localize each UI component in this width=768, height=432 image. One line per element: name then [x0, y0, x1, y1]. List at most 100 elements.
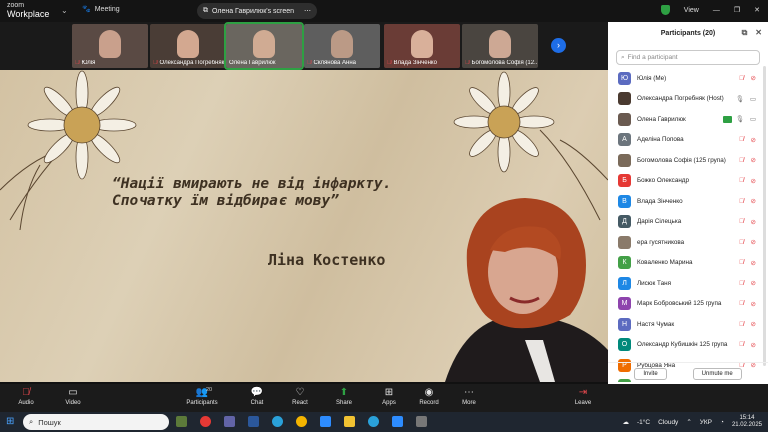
meeting-info-button[interactable]: 🐾 Meeting	[82, 5, 120, 14]
video-thumbnail[interactable]: 🎙̸ Олександра Погребняк	[150, 24, 226, 68]
weather-icon[interactable]: ☁	[623, 418, 630, 426]
participants-panel: Participants (20) ⧉ ✕ ⌕ Find a participa…	[608, 22, 768, 384]
participant-row[interactable]: О Олександр Кубишкін 125 група 🎙̸ ⊘	[608, 335, 768, 356]
zoom-icon-2[interactable]	[392, 416, 403, 427]
unmute-me-button[interactable]: Unmute me	[692, 367, 742, 380]
opera-icon[interactable]	[200, 416, 211, 427]
mic-muted-icon[interactable]: 🎙̸	[739, 218, 744, 225]
camera-off-icon[interactable]: ⊘	[751, 74, 756, 82]
mic-muted-icon[interactable]: 🎙̸	[739, 157, 744, 164]
apps-icon: ⊞	[384, 387, 394, 398]
mic-muted-icon[interactable]: 🎙̸	[739, 177, 744, 184]
security-shield-icon[interactable]	[660, 5, 670, 15]
restore-icon[interactable]: ❐	[734, 6, 740, 14]
participant-row[interactable]: Богомолова Софія (125 група) 🎙̸ ⊘	[608, 150, 768, 171]
chevron-up-icon[interactable]: ⌃	[686, 418, 691, 426]
scrollbar[interactable]	[763, 66, 766, 366]
camera-off-icon[interactable]: ⊘	[751, 320, 756, 328]
participant-row[interactable]: ера гусятникова 🎙̸ ⊘	[608, 232, 768, 253]
mic-muted-icon[interactable]: 🎙̸	[739, 136, 744, 143]
minimize-icon[interactable]: —	[713, 7, 720, 14]
telegram-icon[interactable]	[272, 416, 283, 427]
mic-muted-icon[interactable]: 🎙̸	[739, 321, 744, 328]
taskbar-search-box[interactable]: ⌕ Пошук	[23, 414, 169, 430]
mic-muted-icon[interactable]: 🎙̸	[739, 239, 744, 246]
close-icon[interactable]: ✕	[754, 6, 760, 14]
windows-start-icon[interactable]: ⊞	[6, 416, 14, 427]
zoom-icon[interactable]	[320, 416, 331, 427]
chat-label: Chat	[250, 400, 264, 406]
mic-icon[interactable]: 🎙	[736, 95, 744, 103]
video-thumbnail[interactable]: 🎙̸ Юлія	[72, 24, 148, 68]
participant-row[interactable]: Б Божко Олександр 🎙̸ ⊘	[608, 171, 768, 192]
chat-button[interactable]: 💬 Chat	[237, 386, 277, 406]
video-thumbnail[interactable]: 🎙̸ Влада Зінченко	[384, 24, 460, 68]
camera-off-icon[interactable]: ⊘	[751, 279, 756, 287]
clock[interactable]: 15:14 21.02.2025	[732, 415, 762, 429]
participant-row[interactable]: А Аделіна Попова 🎙̸ ⊘	[608, 130, 768, 151]
camera-off-icon[interactable]: ⊘	[751, 136, 756, 144]
pop-out-icon[interactable]: ⧉	[742, 28, 748, 38]
participant-search-input[interactable]: ⌕ Find a participant	[616, 50, 760, 65]
video-thumbnail[interactable]: 🎙̸ Склянова Анна	[304, 24, 380, 68]
video-thumbnail[interactable]: Олена Гаврилюк	[224, 22, 304, 70]
camera-off-icon[interactable]: ⊘	[751, 341, 756, 349]
close-panel-icon[interactable]: ✕	[755, 28, 762, 38]
camera-off-icon[interactable]: ⊘	[751, 197, 756, 205]
more-icon[interactable]: ⋯	[304, 7, 311, 15]
camera-off-icon[interactable]: ⊘	[751, 238, 756, 246]
teams-icon[interactable]	[224, 416, 235, 427]
file-explorer-icon[interactable]	[344, 416, 355, 427]
participant-row[interactable]: Л Лисюк Таня 🎙̸ ⊘	[608, 273, 768, 294]
thumbnail-name: 🎙̸ Склянова Анна	[307, 60, 356, 66]
thumbnail-name: 🎙̸ Влада Зінченко	[387, 60, 437, 66]
camera-off-icon[interactable]: ⊘	[751, 177, 756, 185]
record-label: Record	[419, 400, 439, 406]
mic-muted-icon[interactable]: 🎙̸	[739, 198, 744, 205]
camera-icon[interactable]: ▭	[750, 115, 756, 123]
mic-muted-icon[interactable]: 🎙̸	[739, 75, 744, 82]
video-button[interactable]: ▭ Video	[53, 386, 93, 406]
participant-row[interactable]: К Коваленко Марина 🎙̸ ⊘	[608, 253, 768, 274]
share-screen-icon: ⬆	[339, 387, 349, 398]
apps-button[interactable]: ⊞ Apps	[369, 386, 409, 406]
word-icon[interactable]	[248, 416, 259, 427]
mic-muted-icon[interactable]: 🎙̸	[739, 280, 744, 287]
audio-button[interactable]: 🎙̸ Audio	[6, 386, 46, 406]
more-button[interactable]: ⋯ More	[449, 386, 489, 406]
camera-off-icon[interactable]: ⊘	[751, 156, 756, 164]
next-page-button[interactable]: ›	[551, 38, 566, 53]
participants-button[interactable]: 👥 20 Participants	[182, 386, 222, 406]
video-thumbnail[interactable]: 🎙̸ Богомолова Софія (12...	[462, 24, 538, 68]
participant-row[interactable]: Д Дарія Сілецька 🎙̸ ⊘	[608, 212, 768, 233]
chrome-icon[interactable]	[296, 416, 307, 427]
language-indicator[interactable]: УКР	[700, 419, 712, 426]
participants-label: Participants	[186, 400, 218, 406]
participant-row[interactable]: Н Настя Чумак 🎙̸ ⊘	[608, 314, 768, 335]
camera-off-icon[interactable]: ⊘	[751, 300, 756, 308]
mic-muted-icon[interactable]: 🎙̸	[739, 341, 744, 348]
view-button[interactable]: View	[684, 7, 699, 14]
participant-row[interactable]: Олена Гаврилюк 🎙 ▭	[608, 109, 768, 130]
mic-icon[interactable]: 🎙	[736, 115, 744, 123]
participant-row[interactable]: В Влада Зінченко 🎙̸ ⊘	[608, 191, 768, 212]
mic-muted-icon[interactable]: 🎙̸	[739, 300, 744, 307]
leave-button[interactable]: ⇥ Leave	[563, 386, 603, 406]
participant-row[interactable]: Ю Юлія (Me) 🎙̸ ⊘	[608, 68, 768, 89]
wifi-icon[interactable]: ◔	[720, 419, 724, 426]
telegram-icon-2[interactable]	[368, 416, 379, 427]
taskview-icon[interactable]	[176, 416, 187, 427]
participant-row[interactable]: М Марк Бобровський 125 група 🎙̸ ⊘	[608, 294, 768, 315]
app-icon[interactable]	[416, 416, 427, 427]
chevron-down-icon[interactable]: ⌄	[61, 6, 68, 15]
screen-share-indicator[interactable]: ⧉ Олена Гаврилюк's screen ⋯	[197, 3, 317, 19]
participant-row[interactable]: Олександра Погребняк (Host) 🎙 ▭	[608, 89, 768, 110]
share-button[interactable]: ⬆ Share	[324, 386, 364, 406]
camera-icon[interactable]: ▭	[750, 95, 756, 103]
react-button[interactable]: ♡ React	[280, 386, 320, 406]
record-button[interactable]: ◉ Record	[409, 386, 449, 406]
camera-off-icon[interactable]: ⊘	[751, 218, 756, 226]
mic-muted-icon[interactable]: 🎙̸	[739, 259, 744, 266]
invite-button[interactable]: Invite	[634, 367, 667, 380]
camera-off-icon[interactable]: ⊘	[751, 259, 756, 267]
